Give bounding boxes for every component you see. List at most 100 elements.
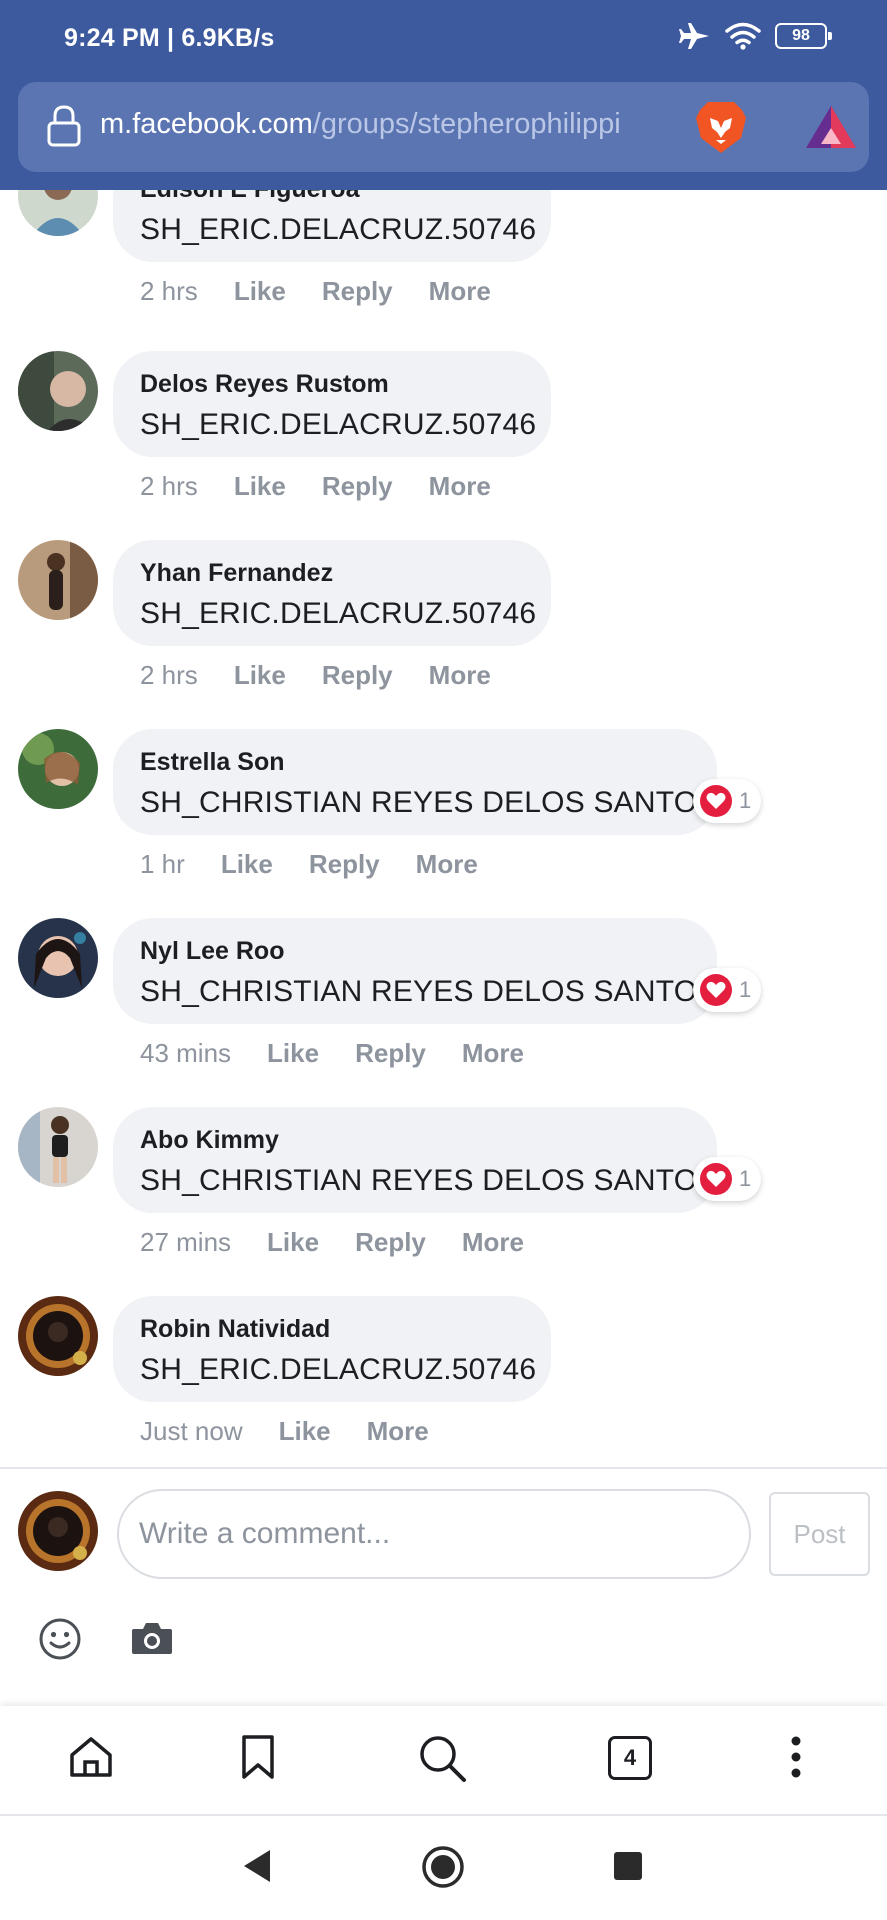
comment-actions: 27 mins Like Reply More — [140, 1227, 524, 1258]
bookmark-icon[interactable] — [240, 1734, 276, 1780]
emoji-icon[interactable] — [38, 1617, 82, 1661]
comment-actions: 1 hr Like Reply More — [140, 849, 478, 880]
airplane-icon — [679, 23, 709, 49]
like-link[interactable]: Like — [279, 1416, 331, 1447]
comment-time[interactable]: Just now — [140, 1416, 243, 1447]
reply-link[interactable]: Reply — [355, 1038, 426, 1069]
comment-bubble[interactable]: Robin Natividad SH_ERIC.DELACRUZ.50746 — [113, 1296, 551, 1402]
comment-text: SH_CHRISTIAN REYES DELOS SANTOS — [140, 1164, 718, 1197]
comment-input[interactable] — [117, 1489, 751, 1579]
more-vertical-icon[interactable] — [788, 1734, 804, 1780]
reply-link[interactable]: Reply — [355, 1227, 426, 1258]
avatar[interactable] — [18, 729, 98, 809]
reaction-badge[interactable]: 1 — [693, 1157, 762, 1201]
comment-item: Abo Kimmy SH_CHRISTIAN REYES DELOS SANTO… — [0, 1107, 887, 1297]
comment-item: Yhan Fernandez SH_ERIC.DELACRUZ.50746 2 … — [0, 540, 887, 730]
home-circle-icon[interactable] — [421, 1845, 465, 1889]
comment-item: Robin Natividad SH_ERIC.DELACRUZ.50746 J… — [0, 1296, 887, 1470]
browser-toolbar: 4 — [0, 1706, 887, 1816]
avatar[interactable] — [18, 918, 98, 998]
url-text[interactable]: m.facebook.com/groups/stepherophilippi — [100, 108, 670, 141]
avatar[interactable] — [18, 1491, 98, 1571]
comment-text: SH_ERIC.DELACRUZ.50746 — [140, 408, 537, 441]
url-path: /groups/stepherophilippi — [312, 108, 621, 140]
avatar[interactable] — [18, 1296, 98, 1376]
reaction-count: 1 — [739, 1166, 752, 1191]
avatar[interactable] — [18, 540, 98, 620]
comment-author[interactable]: Edison E Figueroa — [140, 190, 524, 204]
comment-item: Estrella Son SH_CHRISTIAN REYES DELOS SA… — [0, 729, 887, 919]
comment-bubble[interactable]: Abo Kimmy SH_CHRISTIAN REYES DELOS SANTO… — [113, 1107, 717, 1213]
comment-author[interactable]: Abo Kimmy — [140, 1125, 690, 1155]
more-link[interactable]: More — [429, 660, 491, 691]
comment-author[interactable]: Robin Natividad — [140, 1314, 524, 1344]
more-link[interactable]: More — [429, 471, 491, 502]
more-link[interactable]: More — [367, 1416, 429, 1447]
back-icon[interactable] — [240, 1848, 272, 1884]
reaction-badge[interactable]: 1 — [693, 779, 762, 823]
camera-icon[interactable] — [130, 1619, 174, 1657]
comment-text: SH_ERIC.DELACRUZ.50746 — [140, 597, 537, 630]
brave-rewards-icon[interactable] — [804, 104, 858, 150]
comment-actions: 43 mins Like Reply More — [140, 1038, 524, 1069]
comment-time[interactable]: 43 mins — [140, 1038, 231, 1069]
reply-link[interactable]: Reply — [322, 660, 393, 691]
comment-time[interactable]: 2 hrs — [140, 660, 198, 691]
heart-reaction-icon — [700, 785, 732, 817]
more-link[interactable]: More — [462, 1227, 524, 1258]
more-link[interactable]: More — [429, 276, 491, 307]
comment-bubble[interactable]: Estrella Son SH_CHRISTIAN REYES DELOS SA… — [113, 729, 717, 835]
browser-header: 9:24 PM | 6.9KB/s 98 m.facebook.com/grou… — [0, 0, 887, 190]
comment-text: SH_ERIC.DELACRUZ.50746 — [140, 213, 537, 246]
comment-author[interactable]: Yhan Fernandez — [140, 558, 524, 588]
comment-text: SH_CHRISTIAN REYES DELOS SANTOS — [140, 975, 718, 1008]
comment-bubble[interactable]: Delos Reyes Rustom SH_ERIC.DELACRUZ.5074… — [113, 351, 551, 457]
reply-link[interactable]: Reply — [322, 276, 393, 307]
post-button[interactable]: Post — [769, 1492, 870, 1576]
tabs-icon[interactable]: 4 — [608, 1736, 652, 1780]
comment-author[interactable]: Delos Reyes Rustom — [140, 369, 524, 399]
url-domain: m.facebook.com — [100, 108, 313, 140]
comment-text: SH_ERIC.DELACRUZ.50746 — [140, 1353, 537, 1386]
avatar[interactable] — [18, 190, 98, 236]
comment-bubble[interactable]: Yhan Fernandez SH_ERIC.DELACRUZ.50746 — [113, 540, 551, 646]
like-link[interactable]: Like — [221, 849, 273, 880]
like-link[interactable]: Like — [267, 1227, 319, 1258]
reply-link[interactable]: Reply — [309, 849, 380, 880]
more-link[interactable]: More — [462, 1038, 524, 1069]
comment-actions: 2 hrs Like Reply More — [140, 660, 491, 691]
reaction-badge[interactable]: 1 — [693, 968, 762, 1012]
search-icon[interactable] — [418, 1734, 468, 1784]
comment-time[interactable]: 2 hrs — [140, 276, 198, 307]
reply-link[interactable]: Reply — [322, 471, 393, 502]
home-icon[interactable] — [68, 1734, 114, 1780]
wifi-icon — [725, 22, 761, 50]
heart-reaction-icon — [700, 1163, 732, 1195]
like-link[interactable]: Like — [234, 276, 286, 307]
battery-level: 98 — [792, 27, 810, 44]
lock-icon — [47, 105, 81, 147]
recents-icon[interactable] — [613, 1851, 643, 1881]
comment-bubble[interactable]: Edison E Figueroa SH_ERIC.DELACRUZ.50746 — [113, 190, 551, 262]
comment-feed[interactable]: Edison E Figueroa SH_ERIC.DELACRUZ.50746… — [0, 190, 887, 1470]
more-link[interactable]: More — [416, 849, 478, 880]
comment-actions: 2 hrs Like Reply More — [140, 471, 491, 502]
like-link[interactable]: Like — [234, 660, 286, 691]
comment-time[interactable]: 27 mins — [140, 1227, 231, 1258]
brave-lion-icon[interactable] — [694, 98, 748, 156]
comment-actions: Just now Like More — [140, 1416, 429, 1447]
avatar[interactable] — [18, 1107, 98, 1187]
address-bar[interactable]: m.facebook.com/groups/stepherophilippi — [18, 82, 869, 172]
comment-item: Edison E Figueroa SH_ERIC.DELACRUZ.50746… — [0, 190, 887, 346]
reaction-count: 1 — [739, 788, 752, 813]
battery-icon: 98 — [775, 23, 832, 49]
like-link[interactable]: Like — [234, 471, 286, 502]
avatar[interactable] — [18, 351, 98, 431]
comment-time[interactable]: 1 hr — [140, 849, 185, 880]
comment-author[interactable]: Nyl Lee Roo — [140, 936, 690, 966]
comment-author[interactable]: Estrella Son — [140, 747, 690, 777]
comment-time[interactable]: 2 hrs — [140, 471, 198, 502]
comment-bubble[interactable]: Nyl Lee Roo SH_CHRISTIAN REYES DELOS SAN… — [113, 918, 717, 1024]
like-link[interactable]: Like — [267, 1038, 319, 1069]
comment-composer: Post — [0, 1467, 887, 1707]
